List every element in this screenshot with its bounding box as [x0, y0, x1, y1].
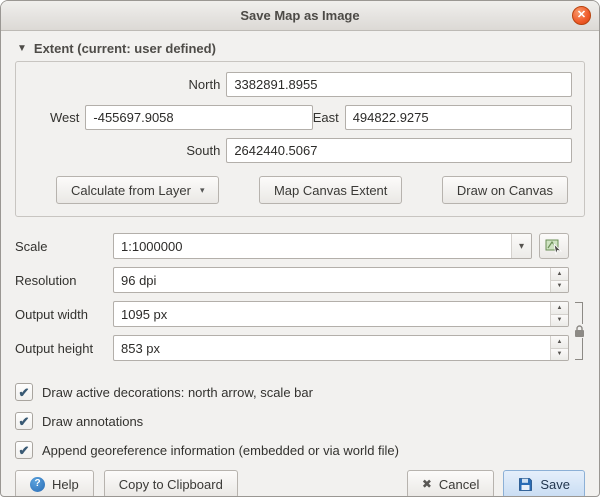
append-georeference-label: Append georeference information (embedde… [42, 443, 399, 458]
draw-on-canvas-label: Draw on Canvas [457, 183, 553, 198]
south-input[interactable] [226, 138, 572, 163]
titlebar[interactable]: Save Map as Image ✕ [1, 1, 599, 31]
check-icon: ✔ [19, 415, 30, 428]
extent-west-east-row: West East [28, 105, 572, 130]
cancel-button[interactable]: ✖ Cancel [407, 470, 495, 497]
save-label: Save [540, 477, 570, 492]
close-icon: ✕ [577, 10, 586, 21]
draw-decorations-label: Draw active decorations: north arrow, sc… [42, 385, 313, 400]
lock-icon [573, 324, 586, 338]
draw-decorations-option[interactable]: ✔ Draw active decorations: north arrow, … [15, 383, 585, 401]
save-button[interactable]: Save [503, 470, 585, 497]
map-canvas-extent-button[interactable]: Map Canvas Extent [259, 176, 402, 204]
scale-combobox[interactable]: ▾ [113, 233, 532, 259]
chevron-down-icon: ▾ [519, 241, 524, 252]
cancel-label: Cancel [439, 477, 479, 492]
west-input[interactable] [85, 105, 312, 130]
draw-on-canvas-button[interactable]: Draw on Canvas [442, 176, 568, 204]
check-icon: ✔ [19, 386, 30, 399]
help-label: Help [52, 477, 79, 492]
resolution-input[interactable] [114, 268, 550, 292]
close-button[interactable]: ✕ [572, 6, 591, 25]
dropdown-arrow-icon: ▾ [200, 185, 205, 196]
extent-south-row: South [28, 138, 572, 163]
copy-to-clipboard-label: Copy to Clipboard [119, 477, 223, 492]
west-label: West [50, 110, 79, 125]
spin-down-icon: ▼ [557, 283, 563, 289]
north-input[interactable] [226, 72, 572, 97]
output-width-spin-arrows: ▲ ▼ [550, 302, 568, 326]
spin-up-button[interactable]: ▲ [551, 268, 568, 281]
save-icon [518, 477, 533, 492]
map-canvas-extent-label: Map Canvas Extent [274, 183, 387, 198]
output-width-row: Output width ▲ ▼ [15, 301, 569, 327]
resolution-row: Resolution ▲ ▼ [15, 267, 569, 293]
output-height-row: Output height ▲ ▼ [15, 335, 569, 361]
east-label: East [313, 110, 339, 125]
north-label: North [180, 77, 220, 92]
output-height-spin-arrows: ▲ ▼ [550, 336, 568, 360]
scale-row: Scale ▾ [15, 233, 569, 259]
output-width-input[interactable] [114, 302, 550, 326]
output-height-input[interactable] [114, 336, 550, 360]
extent-frame: North West East South Calculate from Lay… [15, 61, 585, 217]
resolution-spin-arrows: ▲ ▼ [550, 268, 568, 292]
cancel-icon: ✖ [422, 478, 432, 490]
spin-up-icon: ▲ [557, 305, 563, 311]
help-button[interactable]: ? Help [15, 470, 94, 497]
resolution-spinbox[interactable]: ▲ ▼ [113, 267, 569, 293]
spin-up-icon: ▲ [557, 271, 563, 277]
spin-down-icon: ▼ [557, 317, 563, 323]
draw-annotations-label: Draw annotations [42, 414, 143, 429]
scale-label: Scale [15, 239, 113, 254]
extent-group-title: Extent (current: user defined) [34, 41, 216, 56]
check-icon: ✔ [19, 444, 30, 457]
extent-north-row: North [28, 72, 572, 97]
output-settings: Scale ▾ Resolution [15, 233, 585, 369]
spin-down-button[interactable]: ▼ [551, 349, 568, 361]
append-georeference-checkbox[interactable]: ✔ [15, 441, 33, 459]
calculate-from-layer-button[interactable]: Calculate from Layer ▾ [56, 176, 219, 204]
append-georeference-option[interactable]: ✔ Append georeference information (embed… [15, 441, 585, 459]
resolution-label: Resolution [15, 273, 113, 288]
south-label: South [180, 143, 220, 158]
output-height-spinbox[interactable]: ▲ ▼ [113, 335, 569, 361]
collapse-icon: ▼ [17, 43, 27, 54]
dialog-body: ▼ Extent (current: user defined) North W… [1, 31, 599, 497]
save-map-as-image-dialog: Save Map as Image ✕ ▼ Extent (current: u… [0, 0, 600, 497]
east-input[interactable] [345, 105, 572, 130]
draw-annotations-option[interactable]: ✔ Draw annotations [15, 412, 585, 430]
options-section: ✔ Draw active decorations: north arrow, … [15, 383, 585, 470]
spin-up-icon: ▲ [557, 339, 563, 345]
spin-down-button[interactable]: ▼ [551, 315, 568, 327]
spin-up-button[interactable]: ▲ [551, 302, 568, 315]
spin-up-button[interactable]: ▲ [551, 336, 568, 349]
lock-aspect-ratio-toggle[interactable] [573, 302, 585, 360]
extent-buttons-row: Calculate from Layer ▾ Map Canvas Extent… [56, 176, 568, 204]
calculate-from-layer-label: Calculate from Layer [71, 183, 191, 198]
output-width-spinbox[interactable]: ▲ ▼ [113, 301, 569, 327]
spin-down-button[interactable]: ▼ [551, 281, 568, 293]
scale-input[interactable] [114, 234, 511, 258]
set-scale-from-canvas-button[interactable] [539, 233, 569, 259]
output-width-label: Output width [15, 307, 113, 322]
draw-decorations-checkbox[interactable]: ✔ [15, 383, 33, 401]
window-title: Save Map as Image [240, 8, 359, 23]
scale-dropdown-button[interactable]: ▾ [511, 234, 531, 258]
help-icon: ? [30, 477, 45, 492]
draw-annotations-checkbox[interactable]: ✔ [15, 412, 33, 430]
dialog-footer: ? Help Copy to Clipboard ✖ Cancel Save [15, 470, 585, 497]
extent-group-header[interactable]: ▼ Extent (current: user defined) [17, 41, 585, 56]
output-height-label: Output height [15, 341, 113, 356]
map-scale-picker-icon [545, 237, 563, 255]
copy-to-clipboard-button[interactable]: Copy to Clipboard [104, 470, 238, 497]
spin-down-icon: ▼ [557, 351, 563, 357]
